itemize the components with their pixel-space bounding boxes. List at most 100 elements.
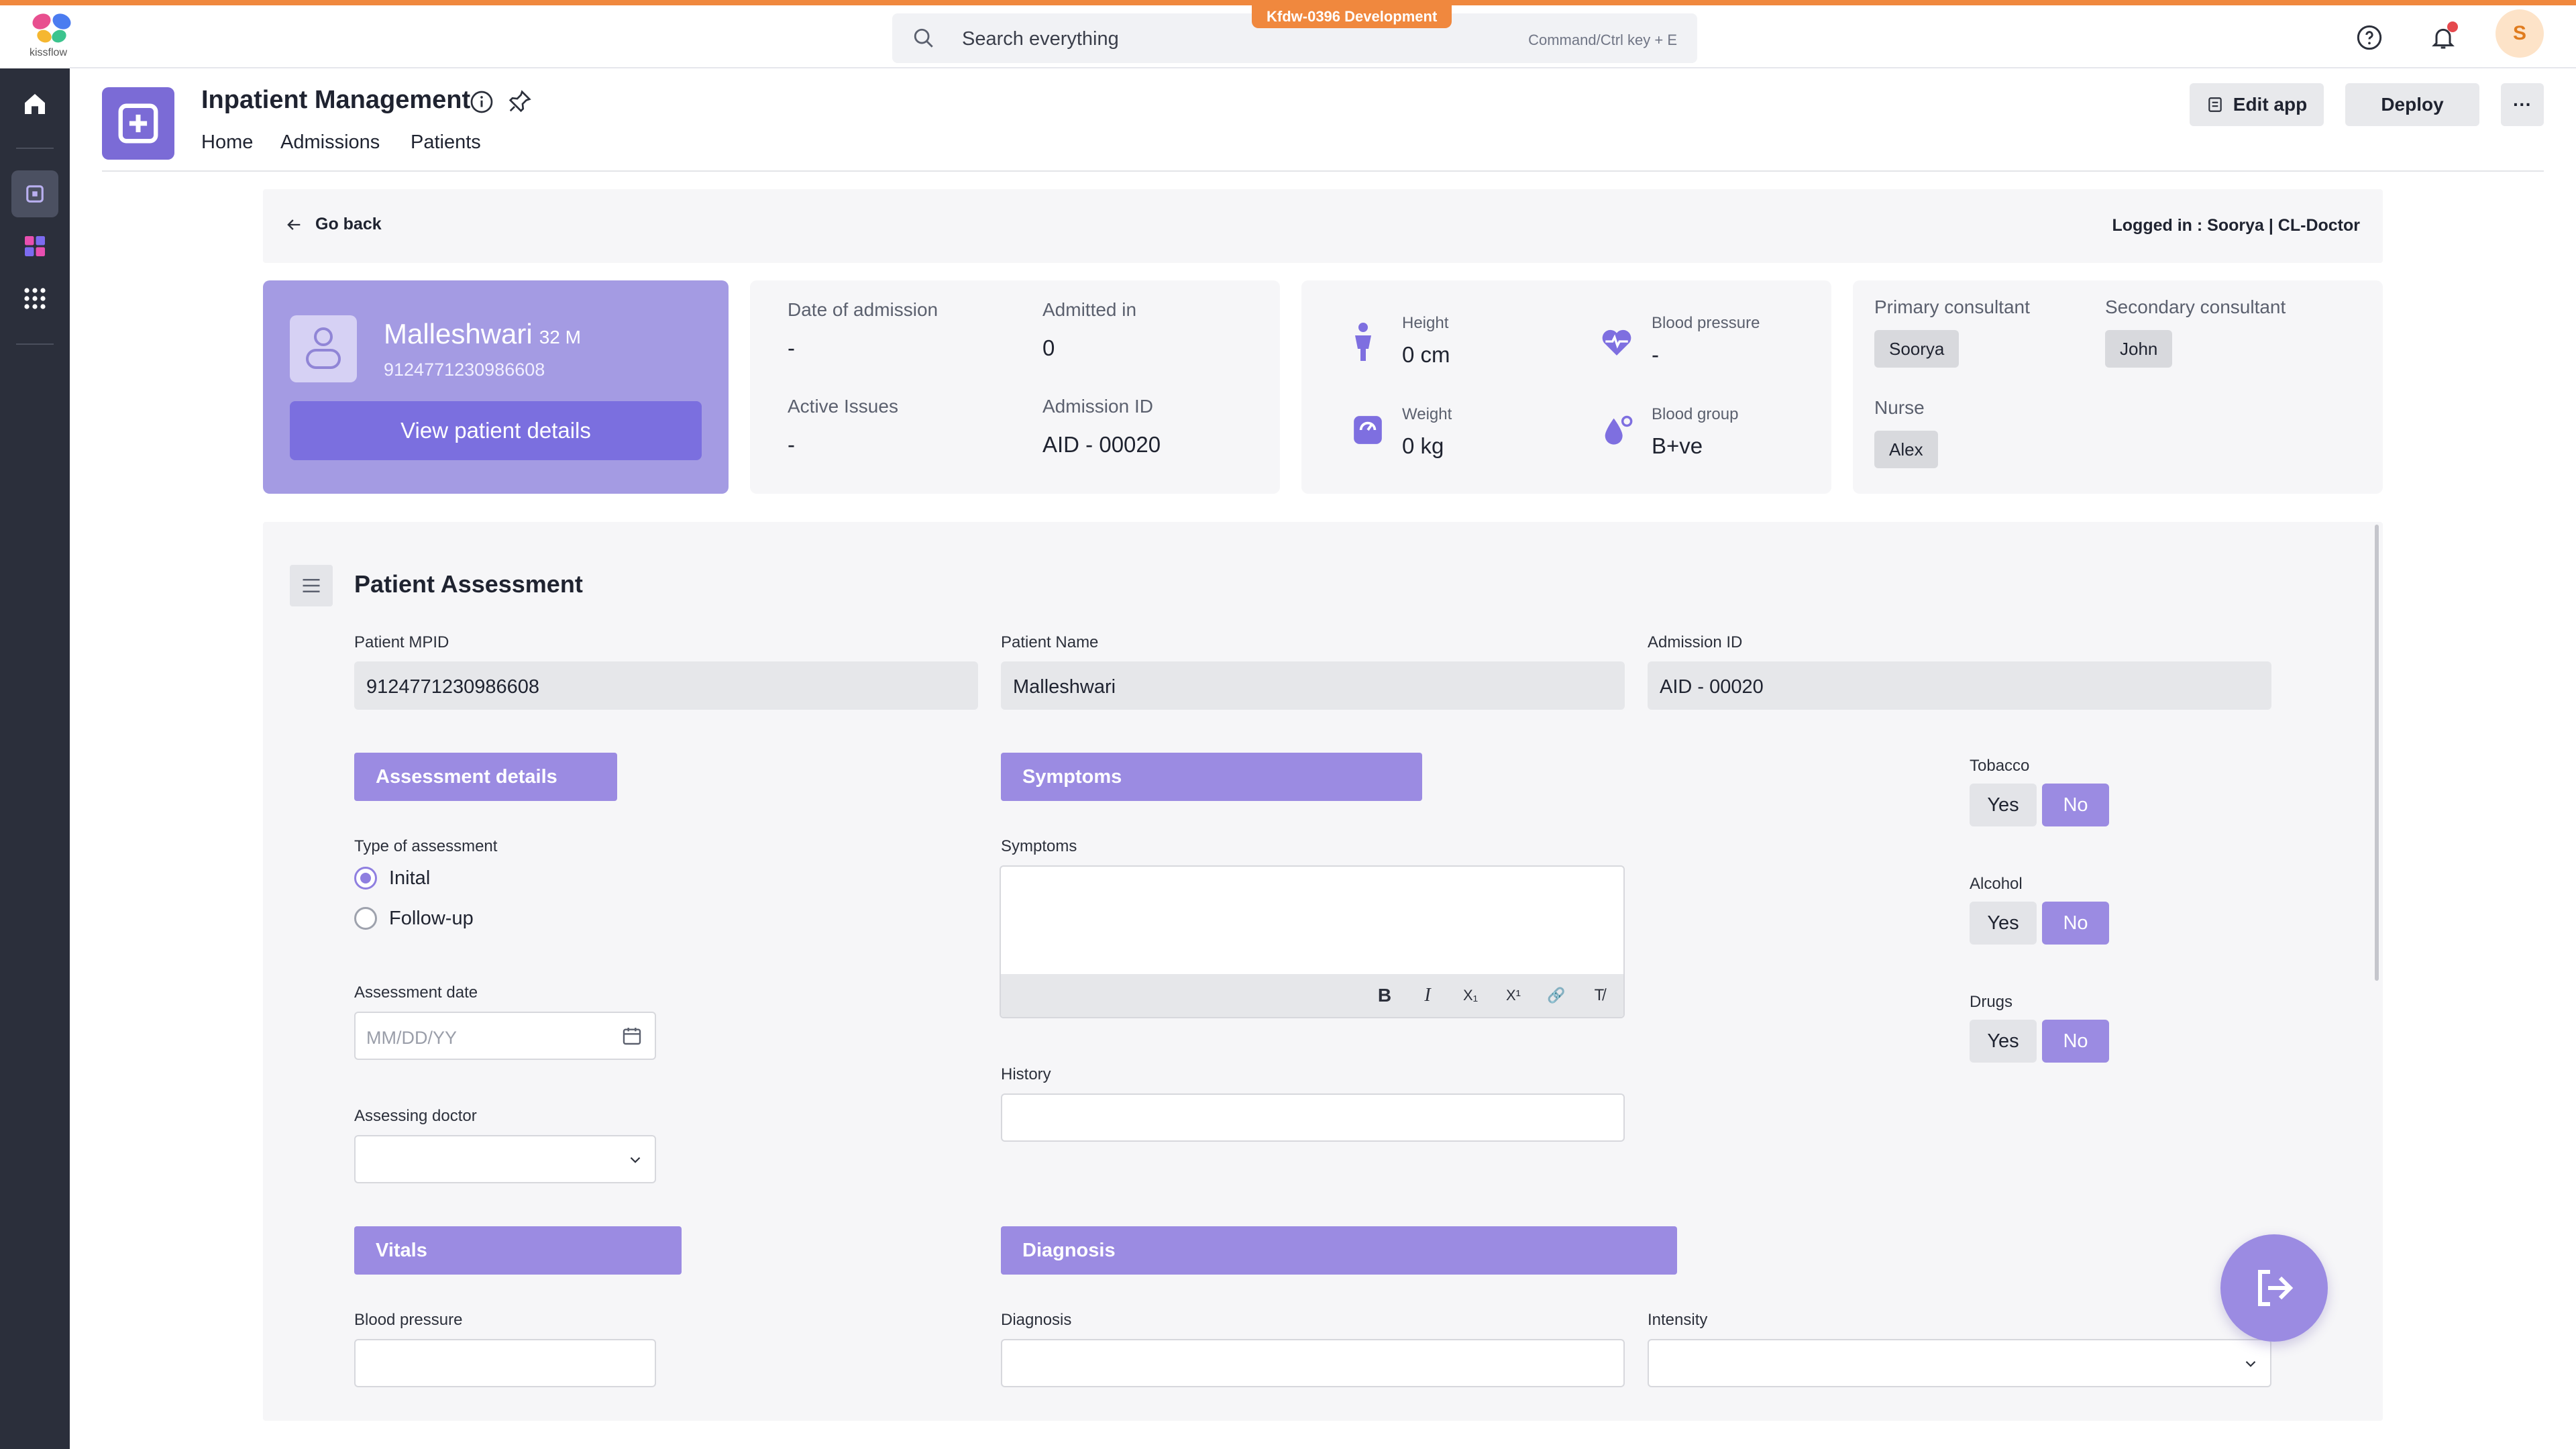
vitals-blood-pressure-label: Blood pressure: [354, 1311, 463, 1329]
help-button[interactable]: [2352, 20, 2387, 55]
dashboard-nav-button[interactable]: [11, 223, 58, 270]
apps-grid-nav-button[interactable]: [11, 275, 58, 322]
search-shortcut-hint: Command/Ctrl key + E: [1528, 32, 1677, 48]
admission-id-value: AID - 00020: [1042, 432, 1161, 457]
tobacco-yes-option[interactable]: Yes: [1970, 784, 2037, 826]
active-issues-label: Active Issues: [788, 396, 898, 417]
app-nav-home[interactable]: Home: [201, 131, 253, 154]
patient-name-label: Patient Name: [1001, 633, 1099, 651]
symptoms-editor[interactable]: B I X₁ X¹ 🔗 T̸: [1000, 865, 1625, 1018]
editor-toolbar: B I X₁ X¹ 🔗 T̸: [1001, 974, 1623, 1017]
subscript-icon[interactable]: X₁: [1457, 982, 1484, 1009]
diagnosis-label: Diagnosis: [1001, 1311, 1072, 1329]
top-bar: kissflow Search everything Command/Ctrl …: [0, 5, 2576, 68]
drugs-toggle[interactable]: Yes No: [1970, 1020, 2109, 1063]
history-input[interactable]: [1001, 1093, 1625, 1142]
app-title: Inpatient Management: [201, 86, 471, 114]
assessment-date-label: Assessment date: [354, 983, 478, 1002]
superscript-icon[interactable]: X¹: [1500, 982, 1527, 1009]
care-team-card: Primary consultant Soorya Secondary cons…: [1853, 280, 2383, 494]
logout-icon: [2258, 1270, 2294, 1306]
patient-name-value: Malleshwari: [1013, 676, 1116, 698]
app-nav-button[interactable]: [11, 170, 58, 217]
diagnosis-section: Diagnosis: [1001, 1226, 1677, 1275]
active-issues-value: -: [788, 432, 795, 457]
radio-initial[interactable]: Inital: [354, 867, 430, 890]
view-patient-details-button[interactable]: View patient details: [290, 401, 702, 460]
primary-consultant-label: Primary consultant: [1874, 297, 2030, 317]
patient-avatar: [290, 315, 357, 382]
symptoms-section: Symptoms: [1001, 753, 1422, 801]
intensity-label: Intensity: [1648, 1311, 1708, 1329]
user-avatar[interactable]: S: [2496, 9, 2544, 58]
notifications-button[interactable]: [2426, 20, 2461, 55]
tobacco-toggle[interactable]: Yes No: [1970, 784, 2109, 826]
secondary-consultant-chip: John: [2105, 330, 2173, 368]
assessing-doctor-label: Assessing doctor: [354, 1107, 477, 1125]
dashboard-icon: [25, 236, 45, 256]
assessment-date-placeholder: MM/DD/YY: [366, 1028, 457, 1048]
app-nav-patients[interactable]: Patients: [411, 131, 481, 154]
intensity-select[interactable]: [1648, 1339, 2271, 1387]
admitted-in-label: Admitted in: [1042, 299, 1137, 320]
clear-format-icon[interactable]: T̸: [1586, 982, 1613, 1009]
go-back-label: Go back: [315, 215, 382, 233]
drugs-no-option[interactable]: No: [2042, 1020, 2109, 1063]
form-scrollbar[interactable]: [2375, 525, 2379, 981]
patient-name-text: Malleshwari: [384, 318, 533, 350]
assessing-doctor-select[interactable]: [354, 1135, 656, 1183]
tobacco-no-option[interactable]: No: [2042, 784, 2109, 826]
environment-badge: Kfdw-0396 Development: [1252, 5, 1452, 28]
vitals-blood-pressure-input[interactable]: [354, 1339, 656, 1387]
radio-initial-dot: [354, 867, 377, 890]
bold-icon[interactable]: B: [1371, 982, 1398, 1009]
primary-consultant-chip: Soorya: [1874, 330, 1960, 368]
vitals-summary-card: Height 0 cm Blood pressure - Weight 0 kg…: [1301, 280, 1831, 494]
info-icon[interactable]: [470, 90, 494, 114]
admission-id-field-label: Admission ID: [1648, 633, 1743, 651]
height-person-icon: [1355, 323, 1371, 361]
patient-name-field[interactable]: Malleshwari: [1001, 661, 1625, 710]
radio-follow-up[interactable]: Follow-up: [354, 907, 474, 930]
top-accent-line: [0, 0, 2576, 5]
admission-id-field-value: AID - 00020: [1660, 676, 1764, 698]
kissflow-logo-icon[interactable]: [30, 9, 74, 47]
person-icon: [306, 327, 341, 369]
admission-card: Date of admission - Admitted in 0 Active…: [750, 280, 1280, 494]
admitted-in-value: 0: [1042, 335, 1055, 360]
chevron-down-icon: [2245, 1360, 2256, 1367]
alcohol-no-option[interactable]: No: [2042, 902, 2109, 945]
diagnosis-input[interactable]: [1001, 1339, 1625, 1387]
calendar-icon[interactable]: [621, 1025, 643, 1046]
more-options-button[interactable]: ···: [2501, 83, 2544, 126]
patient-mpid-field[interactable]: 9124771230986608: [354, 661, 978, 710]
go-back-link[interactable]: Go back: [284, 215, 382, 234]
admission-id-field[interactable]: AID - 00020: [1648, 661, 2271, 710]
type-of-assessment-label: Type of assessment: [354, 837, 498, 855]
patient-name: Malleshwari 32 M: [384, 318, 581, 350]
pin-icon[interactable]: [507, 89, 533, 114]
form-menu-button[interactable]: [290, 565, 333, 606]
exit-fab-button[interactable]: [2220, 1234, 2328, 1342]
drugs-label: Drugs: [1970, 993, 2013, 1011]
vitals-section: Vitals: [354, 1226, 682, 1275]
drugs-yes-option[interactable]: Yes: [1970, 1020, 2037, 1063]
link-icon[interactable]: 🔗: [1543, 982, 1570, 1009]
home-nav-button[interactable]: [11, 80, 58, 127]
logged-in-status: Logged in : Soorya | CL-Doctor: [2112, 216, 2360, 235]
app-nav-admissions[interactable]: Admissions: [280, 131, 380, 154]
alcohol-toggle[interactable]: Yes No: [1970, 902, 2109, 945]
radio-follow-up-dot: [354, 907, 377, 930]
notification-dot: [2447, 21, 2458, 32]
arrow-left-icon: [287, 219, 301, 230]
edit-app-button[interactable]: Edit app: [2190, 83, 2324, 126]
header-divider: [102, 170, 2544, 172]
edit-app-icon: [2208, 97, 2222, 112]
alcohol-yes-option[interactable]: Yes: [1970, 902, 2037, 945]
italic-icon[interactable]: I: [1414, 982, 1441, 1009]
form-title: Patient Assessment: [354, 570, 583, 598]
nurse-label: Nurse: [1874, 397, 1925, 418]
deploy-button[interactable]: Deploy: [2345, 83, 2479, 126]
height-value: 0 cm: [1402, 342, 1450, 367]
assessment-date-input[interactable]: MM/DD/YY: [354, 1012, 656, 1060]
